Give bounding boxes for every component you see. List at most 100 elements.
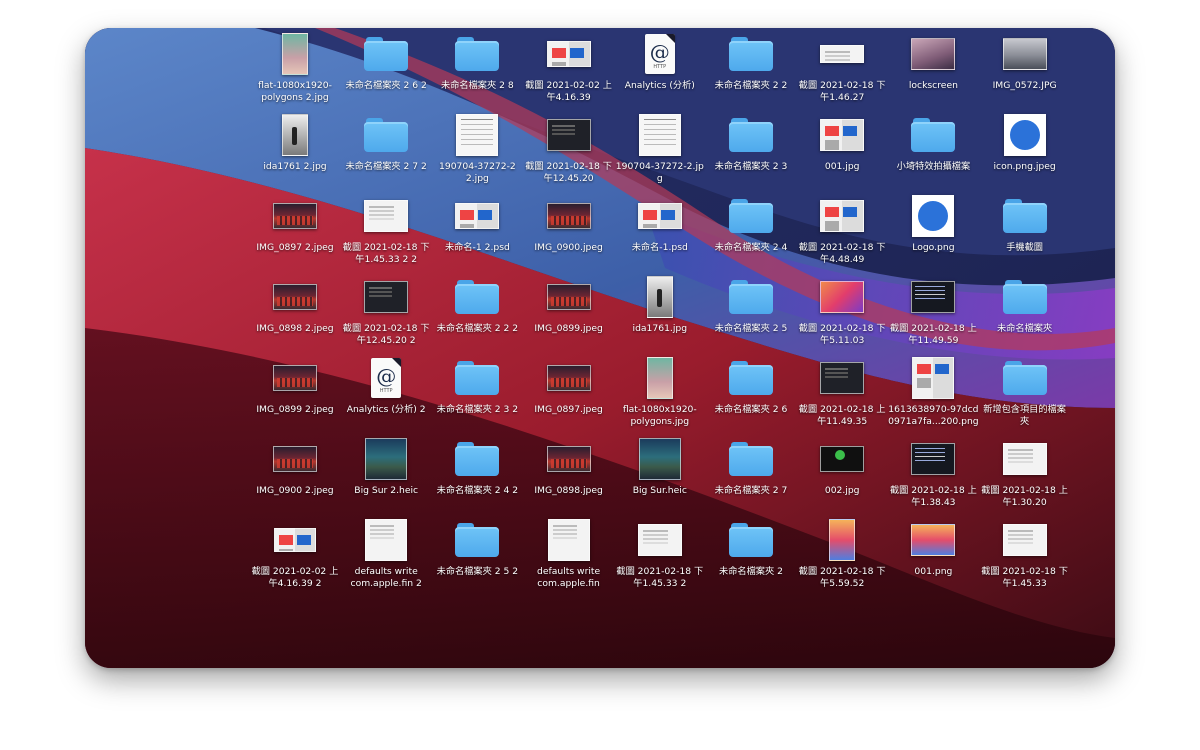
- file-label: 新增包含項目的檔案 夾: [983, 404, 1066, 427]
- desktop-folder[interactable]: 未命名檔案夾 2 7: [703, 435, 799, 497]
- icon-area: @ HTTP: [338, 354, 434, 402]
- desktop-folder[interactable]: 未命名檔案夾 2 5 2: [429, 516, 525, 578]
- file-label: ida1761 2.jpg: [263, 161, 327, 172]
- desktop-file[interactable]: 1613638970-97dcd 0971a7fa...200.png: [885, 354, 981, 427]
- desktop-folder[interactable]: 未命名檔案夾 2 3: [703, 111, 799, 173]
- desktop-file[interactable]: 002.jpg: [794, 435, 890, 497]
- image-thumbnail-icon: [820, 362, 865, 394]
- desktop-file[interactable]: IMG_0897.jpeg: [521, 354, 617, 416]
- desktop-file[interactable]: 190704-37272-2.jp g: [612, 111, 708, 184]
- icon-area: [521, 516, 617, 564]
- desktop-file[interactable]: IMG_0900 2.jpeg: [247, 435, 343, 497]
- desktop-folder[interactable]: 未命名檔案夾 2 7 2: [338, 111, 434, 173]
- image-thumbnail-icon: [646, 276, 673, 318]
- image-thumbnail-icon: [547, 519, 590, 561]
- icon-area: @ HTTP: [612, 30, 708, 78]
- icon-area: [612, 273, 708, 321]
- image-thumbnail-icon: [1002, 443, 1047, 475]
- desktop-file[interactable]: 未命名-1 2.psd: [429, 192, 525, 254]
- desktop-file[interactable]: defaults write com.apple.fin 2: [338, 516, 434, 589]
- desktop-file[interactable]: IMG_0900.jpeg: [521, 192, 617, 254]
- desktop-file[interactable]: IMG_0898.jpeg: [521, 435, 617, 497]
- desktop-folder[interactable]: 未命名檔案夾 2 6: [703, 354, 799, 416]
- image-thumbnail-icon: [638, 438, 681, 480]
- desktop-folder[interactable]: 未命名檔案夾 2 4: [703, 192, 799, 254]
- desktop-folder[interactable]: 小埼特效拍攝檔案: [885, 111, 981, 173]
- desktop-file[interactable]: ida1761.jpg: [612, 273, 708, 335]
- desktop-file[interactable]: flat-1080x1920- polygons 2.jpg: [247, 30, 343, 103]
- desktop-file[interactable]: 截圖 2021-02-18 下 午1.46.27: [794, 30, 890, 103]
- desktop-file[interactable]: 截圖 2021-02-18 下 午1.45.33: [977, 516, 1073, 589]
- folder-icon: [455, 523, 500, 557]
- desktop-file[interactable]: IMG_0899.jpeg: [521, 273, 617, 335]
- desktop-file[interactable]: 截圖 2021-02-18 下 午1.45.33 2 2: [338, 192, 434, 265]
- desktop-file[interactable]: 截圖 2021-02-18 上 午1.30.20: [977, 435, 1073, 508]
- desktop-file[interactable]: 截圖 2021-02-18 上 午1.38.43: [885, 435, 981, 508]
- file-label: IMG_0572.JPG: [992, 80, 1057, 91]
- desktop-file[interactable]: 未命名-1.psd: [612, 192, 708, 254]
- file-label: 未命名-1.psd: [631, 242, 688, 253]
- icon-area: [429, 273, 525, 321]
- desktop-file[interactable]: Logo.png: [885, 192, 981, 254]
- desktop-file[interactable]: IMG_0898 2.jpeg: [247, 273, 343, 335]
- desktop-file[interactable]: 001.jpg: [794, 111, 890, 173]
- desktop-file[interactable]: IMG_0897 2.jpeg: [247, 192, 343, 254]
- desktop-file[interactable]: 截圖 2021-02-18 下 午5.59.52: [794, 516, 890, 589]
- document-icon: @ HTTP: [371, 358, 402, 398]
- icon-area: [885, 111, 981, 159]
- icon-area: [977, 30, 1073, 78]
- image-thumbnail-icon: [274, 528, 316, 552]
- desktop-file[interactable]: defaults write com.apple.fin: [521, 516, 617, 589]
- desktop-file[interactable]: 001.png: [885, 516, 981, 578]
- file-label: 截圖 2021-02-18 下 午5.11.03: [798, 323, 886, 346]
- desktop-file[interactable]: 截圖 2021-02-18 下 午12.45.20: [521, 111, 617, 184]
- icon-area: [429, 192, 525, 240]
- desktop-folder[interactable]: 未命名檔案夾 2 8: [429, 30, 525, 92]
- desktop-file[interactable]: 190704-37272-2 2.jpg: [429, 111, 525, 184]
- image-thumbnail-icon: [546, 365, 591, 391]
- icon-area: [338, 273, 434, 321]
- desktop-file[interactable]: IMG_0899 2.jpeg: [247, 354, 343, 416]
- icon-area: [247, 354, 343, 402]
- desktop-file[interactable]: 截圖 2021-02-02 上 午4.16.39: [521, 30, 617, 103]
- desktop-folder[interactable]: 未命名檔案夾 2 4 2: [429, 435, 525, 497]
- desktop-document[interactable]: @ HTTP Analytics (分析): [612, 30, 708, 92]
- file-label: 未命名檔案夾 2 3 2: [436, 404, 519, 415]
- desktop-file[interactable]: flat-1080x1920- polygons.jpg: [612, 354, 708, 427]
- icon-area: [885, 273, 981, 321]
- desktop-document[interactable]: @ HTTP Analytics (分析) 2: [338, 354, 434, 416]
- image-thumbnail-icon: [273, 284, 317, 310]
- desktop-folder[interactable]: 新增包含項目的檔案 夾: [977, 354, 1073, 427]
- desktop-folder[interactable]: 未命名檔案夾 2 5: [703, 273, 799, 335]
- image-thumbnail-icon: [365, 438, 408, 480]
- desktop-file[interactable]: 截圖 2021-02-18 下 午12.45.20 2: [338, 273, 434, 346]
- desktop-file[interactable]: 截圖 2021-02-18 上 午11.49.35: [794, 354, 890, 427]
- desktop-file[interactable]: 截圖 2021-02-18 下 午5.11.03: [794, 273, 890, 346]
- image-thumbnail-icon: [273, 446, 317, 472]
- icon-area: [247, 516, 343, 564]
- desktop-folder[interactable]: 未命名檔案夾 2 3 2: [429, 354, 525, 416]
- desktop-file[interactable]: 截圖 2021-02-18 上 午11.49.59: [885, 273, 981, 346]
- desktop-file[interactable]: lockscreen: [885, 30, 981, 92]
- desktop-file[interactable]: IMG_0572.JPG: [977, 30, 1073, 92]
- desktop-file[interactable]: 截圖 2021-02-02 上 午4.16.39 2: [247, 516, 343, 589]
- desktop-file[interactable]: ida1761 2.jpg: [247, 111, 343, 173]
- file-label: 未命名-1 2.psd: [444, 242, 510, 253]
- icon-area: [885, 192, 981, 240]
- desktop-file[interactable]: Big Sur.heic: [612, 435, 708, 497]
- desktop-file[interactable]: Big Sur 2.heic: [338, 435, 434, 497]
- desktop-folder[interactable]: 未命名檔案夾: [977, 273, 1073, 335]
- desktop-folder[interactable]: 未命名檔案夾 2 6 2: [338, 30, 434, 92]
- desktop-file[interactable]: 截圖 2021-02-18 下 午4.48.49: [794, 192, 890, 265]
- file-label: 截圖 2021-02-02 上 午4.16.39: [525, 80, 612, 103]
- desktop-folder[interactable]: 未命名檔案夾 2 2 2: [429, 273, 525, 335]
- folder-icon: [455, 361, 500, 395]
- file-label: 未命名檔案夾 2: [719, 566, 783, 577]
- desktop-file[interactable]: 截圖 2021-02-18 下 午1.45.33 2: [612, 516, 708, 589]
- file-label: 截圖 2021-02-18 下 午1.45.33: [981, 566, 1068, 589]
- desktop-file[interactable]: icon.png.jpeg: [977, 111, 1073, 173]
- icon-area: [977, 435, 1073, 483]
- desktop-folder[interactable]: 未命名檔案夾 2 2: [703, 30, 799, 92]
- desktop-folder[interactable]: 未命名檔案夾 2: [703, 516, 799, 578]
- desktop-folder[interactable]: 手機截圖: [977, 192, 1073, 254]
